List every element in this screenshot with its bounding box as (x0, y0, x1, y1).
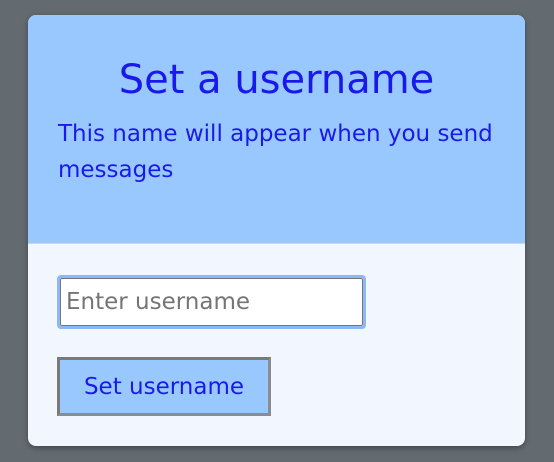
dialog-header: Set a username This name will appear whe… (28, 15, 525, 244)
username-input-wrapper (57, 275, 366, 329)
set-username-button[interactable]: Set username (57, 357, 271, 416)
dialog-subtitle: This name will appear when you send mess… (58, 121, 493, 183)
dialog-title: Set a username (118, 57, 435, 103)
username-input[interactable] (60, 278, 363, 326)
username-dialog: Set a username This name will appear whe… (28, 15, 525, 446)
